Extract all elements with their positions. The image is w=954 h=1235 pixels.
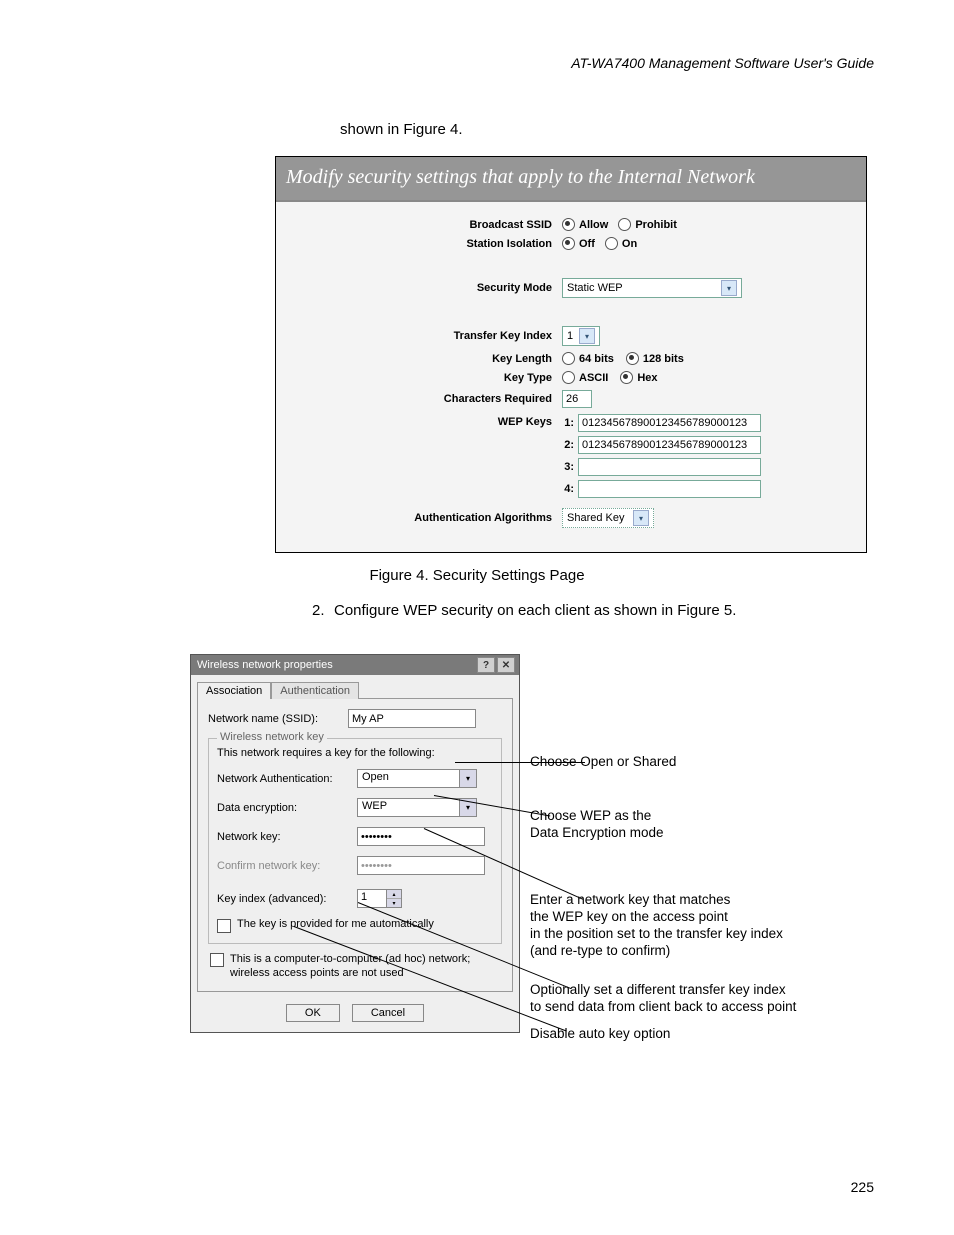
- callout-3: Enter a network key that matches the WEP…: [530, 892, 783, 960]
- transfer-key-index-select[interactable]: 1 ▾: [562, 326, 600, 346]
- station-off-radio[interactable]: [562, 237, 575, 250]
- wep-keys-label: WEP Keys: [294, 414, 562, 428]
- intro-text: shown in Figure 4.: [340, 121, 874, 138]
- help-icon[interactable]: ?: [477, 657, 495, 673]
- keytype-ascii-radio[interactable]: [562, 371, 575, 384]
- confirm-key-label: Confirm network key:: [217, 860, 357, 872]
- broadcast-allow-text: Allow: [579, 219, 608, 231]
- chevron-down-icon: ▾: [721, 280, 737, 296]
- ok-button[interactable]: OK: [286, 1004, 340, 1022]
- page-number: 225: [851, 1179, 874, 1195]
- chevron-down-icon: ▾: [579, 328, 595, 344]
- net-auth-select[interactable]: Open ▾: [357, 769, 477, 788]
- network-key-field[interactable]: [357, 827, 485, 846]
- keylen-128-radio[interactable]: [626, 352, 639, 365]
- broadcast-prohibit-text: Prohibit: [635, 219, 677, 231]
- transfer-key-index-label: Transfer Key Index: [294, 330, 562, 342]
- fieldset-subtext: This network requires a key for the foll…: [217, 747, 493, 759]
- adhoc-label: This is a computer-to-computer (ad hoc) …: [230, 952, 500, 981]
- keytype-ascii-text: ASCII: [579, 372, 608, 384]
- auth-algorithms-label: Authentication Algorithms: [294, 512, 562, 524]
- security-mode-value: Static WEP: [567, 282, 623, 294]
- chevron-down-icon: ▾: [460, 769, 477, 788]
- callout-2: Choose WEP as theData Encryption mode: [530, 808, 664, 842]
- step-2: 2.Configure WEP security on each client …: [312, 602, 874, 619]
- chevron-down-icon: ▾: [633, 510, 649, 526]
- station-isolation-label: Station Isolation: [294, 238, 562, 250]
- step-2-text: Configure WEP security on each client as…: [334, 602, 736, 619]
- close-icon[interactable]: ✕: [497, 657, 515, 673]
- auth-algorithms-value: Shared Key: [567, 512, 624, 524]
- wireless-properties-dialog: Wireless network properties ? ✕ Associat…: [190, 654, 520, 1033]
- tab-association[interactable]: Association: [197, 682, 271, 699]
- data-enc-value: WEP: [357, 798, 460, 817]
- key-index-label: Key index (advanced):: [217, 893, 357, 905]
- security-mode-select[interactable]: Static WEP ▾: [562, 278, 742, 298]
- auto-key-checkbox[interactable]: [217, 919, 231, 933]
- figure4-title: Modify security settings that apply to t…: [276, 157, 866, 202]
- keylen-64-text: 64 bits: [579, 353, 614, 365]
- data-enc-label: Data encryption:: [217, 802, 357, 814]
- confirm-key-field[interactable]: [357, 856, 485, 875]
- key-index-value: 1: [357, 889, 387, 908]
- tki-value: 1: [567, 330, 573, 342]
- chars-required-field[interactable]: [562, 390, 592, 408]
- key-type-label: Key Type: [294, 372, 562, 384]
- chevron-up-icon[interactable]: ▴: [387, 890, 401, 899]
- callout-5: Disable auto key option: [530, 1026, 670, 1043]
- keylen-64-radio[interactable]: [562, 352, 575, 365]
- wep-key-2[interactable]: [578, 436, 761, 454]
- wep-key-1[interactable]: [578, 414, 761, 432]
- fieldset-legend: Wireless network key: [217, 731, 327, 743]
- chevron-down-icon[interactable]: ▾: [387, 899, 401, 907]
- wep-key-3[interactable]: [578, 458, 761, 476]
- keytype-hex-text: Hex: [637, 372, 657, 384]
- adhoc-checkbox[interactable]: [210, 953, 224, 967]
- station-on-radio[interactable]: [605, 237, 618, 250]
- station-on-text: On: [622, 238, 637, 250]
- chars-required-label: Characters Required: [294, 393, 562, 405]
- cancel-button[interactable]: Cancel: [352, 1004, 424, 1022]
- ssid-label: Network name (SSID):: [208, 713, 348, 725]
- ssid-field[interactable]: [348, 709, 476, 728]
- wep-key-4[interactable]: [578, 480, 761, 498]
- callout-1: Choose Open or Shared: [530, 754, 676, 771]
- figure5-area: Wireless network properties ? ✕ Associat…: [190, 654, 874, 1064]
- doc-header: AT-WA7400 Management Software User's Gui…: [80, 55, 874, 71]
- figure4-panel: Modify security settings that apply to t…: [275, 156, 867, 553]
- tab-authentication[interactable]: Authentication: [271, 682, 359, 699]
- dialog-title: Wireless network properties: [197, 659, 333, 671]
- station-off-text: Off: [579, 238, 595, 250]
- wireless-key-fieldset: Wireless network key This network requir…: [208, 738, 502, 944]
- net-auth-value: Open: [357, 769, 460, 788]
- broadcast-ssid-label: Broadcast SSID: [294, 219, 562, 231]
- key-length-label: Key Length: [294, 353, 562, 365]
- keylen-128-text: 128 bits: [643, 353, 684, 365]
- callout-4: Optionally set a different transfer key …: [530, 982, 796, 1016]
- broadcast-prohibit-radio[interactable]: [618, 218, 631, 231]
- dialog-titlebar: Wireless network properties ? ✕: [191, 655, 519, 675]
- keytype-hex-radio[interactable]: [620, 371, 633, 384]
- security-mode-label: Security Mode: [294, 282, 562, 294]
- net-auth-label: Network Authentication:: [217, 773, 357, 785]
- figure4-caption: Figure 4. Security Settings Page: [80, 567, 874, 584]
- auth-algorithms-select[interactable]: Shared Key ▾: [562, 508, 654, 528]
- data-enc-select[interactable]: WEP ▾: [357, 798, 477, 817]
- broadcast-allow-radio[interactable]: [562, 218, 575, 231]
- network-key-label: Network key:: [217, 831, 357, 843]
